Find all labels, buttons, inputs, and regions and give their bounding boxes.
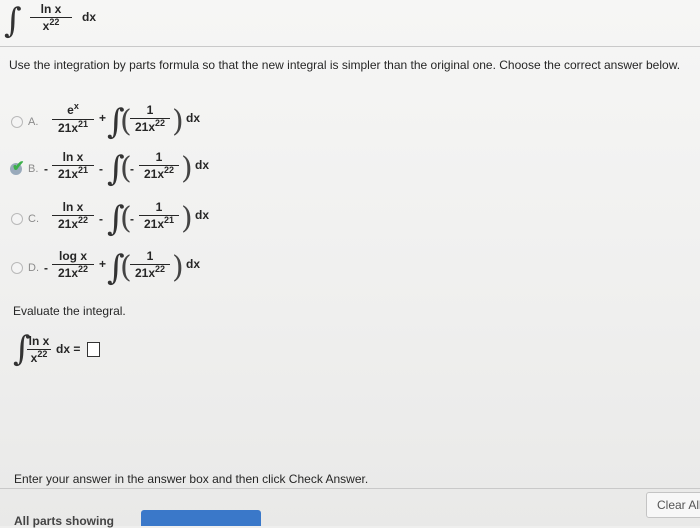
leading-sign: - bbox=[44, 162, 48, 176]
checkmark-icon: ✔ bbox=[12, 158, 25, 175]
evaluate-label: Evaluate the integral. bbox=[13, 304, 126, 318]
term1-fraction: ln x 21x22 bbox=[52, 200, 94, 232]
option-b[interactable]: ✔ B. - ln x 21x21- ∫(-1 21x22) dx bbox=[0, 149, 700, 193]
radio-icon[interactable] bbox=[11, 213, 23, 225]
clear-all-button[interactable]: Clear All bbox=[646, 492, 700, 518]
operator: - bbox=[99, 162, 103, 176]
evaluate-integrand-numerator: ln x bbox=[28, 334, 50, 348]
header-integral-sign: ∫ bbox=[4, 1, 22, 41]
leading-sign: - bbox=[44, 261, 48, 275]
option-letter: C. bbox=[28, 213, 39, 225]
header-integrand: ln x x22 bbox=[30, 2, 72, 34]
option-dx: dx bbox=[186, 111, 201, 125]
term1-numerator: ln x bbox=[62, 200, 84, 214]
term2-fraction: 1 21x22 bbox=[130, 249, 170, 281]
header-dx: dx bbox=[82, 10, 97, 24]
header-divider bbox=[0, 46, 700, 47]
term2-numerator: 1 bbox=[155, 200, 163, 214]
term1-denominator: 21x bbox=[57, 121, 78, 135]
right-paren: ) bbox=[172, 250, 184, 285]
instructions-text: Use the integration by parts formula so … bbox=[9, 58, 681, 72]
option-dx: dx bbox=[195, 208, 210, 222]
term1-fraction: log x 21x22 bbox=[52, 249, 94, 281]
footer-prompt: Enter your answer in the answer box and … bbox=[14, 472, 369, 486]
operator: + bbox=[99, 257, 107, 271]
option-c[interactable]: C. ln x 21x22- ∫(-1 21x21) dx bbox=[0, 199, 700, 243]
term2-denominator: 21x bbox=[143, 167, 164, 181]
answer-input-box[interactable] bbox=[87, 342, 100, 357]
evaluate-integrand: ln x x22 bbox=[27, 334, 51, 365]
term1-fraction: ex 21x21 bbox=[52, 101, 94, 136]
term2-fraction: 1 21x21 bbox=[139, 200, 179, 232]
term1-denominator: 21x bbox=[57, 266, 78, 280]
evaluate-dx-equals: dx = bbox=[56, 342, 81, 356]
option-letter: B. bbox=[28, 163, 39, 175]
inner-sign: - bbox=[130, 162, 134, 176]
term2-denominator: 21x bbox=[134, 266, 155, 280]
option-letter: A. bbox=[28, 116, 39, 128]
header-integrand-numerator: ln x bbox=[40, 2, 62, 16]
radio-icon[interactable] bbox=[11, 116, 23, 128]
term2-fraction: 1 21x22 bbox=[130, 103, 170, 135]
operator: + bbox=[99, 111, 107, 125]
term1-numerator: log x bbox=[58, 249, 87, 263]
term1-numerator: e bbox=[67, 103, 74, 117]
inner-sign: - bbox=[130, 212, 134, 226]
term1-denominator: 21x bbox=[57, 167, 78, 181]
option-dx: dx bbox=[195, 158, 210, 172]
radio-icon[interactable] bbox=[11, 262, 23, 274]
option-a[interactable]: A. ex 21x21 + ∫(1 21x22) dx bbox=[0, 101, 700, 146]
term2-numerator: 1 bbox=[146, 103, 154, 117]
term1-numerator: ln x bbox=[62, 150, 84, 164]
term2-denominator: 21x bbox=[143, 217, 164, 231]
term2-numerator: 1 bbox=[155, 150, 163, 164]
option-letter: D. bbox=[28, 262, 39, 274]
right-paren: ) bbox=[181, 201, 193, 236]
footer-divider bbox=[0, 488, 700, 489]
right-paren: ) bbox=[172, 104, 184, 139]
option-d[interactable]: D. - log x 21x22 + ∫(1 21x22) dx bbox=[0, 248, 700, 292]
right-paren: ) bbox=[181, 151, 193, 186]
option-dx: dx bbox=[186, 257, 201, 271]
term2-denominator: 21x bbox=[134, 120, 155, 134]
term1-fraction: ln x 21x21 bbox=[52, 150, 94, 182]
term2-fraction: 1 21x22 bbox=[139, 150, 179, 182]
question-page: ∫ ln x x22 dx Use the integration by par… bbox=[0, 0, 700, 528]
operator: - bbox=[99, 212, 103, 226]
check-answer-button[interactable] bbox=[141, 510, 261, 526]
term1-denominator: 21x bbox=[57, 217, 78, 231]
term2-numerator: 1 bbox=[146, 249, 154, 263]
